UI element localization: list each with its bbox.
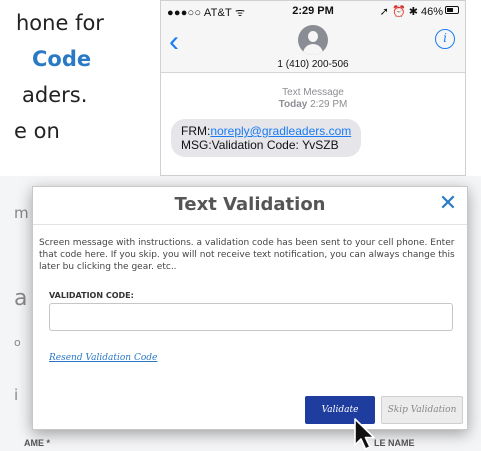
battery-icon <box>445 6 459 14</box>
message-time: 2:29 PM <box>310 99 348 110</box>
contact-number: 1 (410) 200-506 <box>277 59 349 70</box>
contact-avatar-icon <box>298 25 328 55</box>
info-icon: i <box>435 29 455 49</box>
arrow-cursor-icon <box>354 418 375 450</box>
phone-nav-bar: ‹ 1 (410) 200-506 i <box>161 21 465 73</box>
instruction-line-2: Code <box>32 47 92 71</box>
modal-description: Screen message with instructions. a vali… <box>39 238 455 272</box>
modal-header: Text Validation ✕ <box>33 187 467 225</box>
validation-code-label: VALIDATION CODE: <box>49 291 134 300</box>
instruction-line-4: e on <box>14 119 60 143</box>
bg-edge-letter: m <box>14 204 29 222</box>
instruction-line-1: hone for <box>16 11 104 35</box>
message-date: Today <box>278 99 308 110</box>
message-header: Text Message Today 2:29 PM <box>161 87 465 111</box>
phone-status-bar: ●●●○○ AT&T ᯤ 2:29 PM ➚ ⏰ ✱ 46% <box>161 1 465 21</box>
bg-edge-letter: o <box>14 336 21 349</box>
bg-name-label: AME * <box>24 438 51 448</box>
message-from-email: noreply@gradleaders.com <box>210 124 352 138</box>
bg-edge-letter: a <box>14 286 28 311</box>
bg-edge-letter: i <box>14 386 19 404</box>
close-icon[interactable]: ✕ <box>437 192 459 216</box>
message-body: MSG:Validation Code: YvSZB <box>181 138 339 152</box>
text-validation-modal: Text Validation ✕ Screen message with in… <box>32 186 468 430</box>
message-from-prefix: FRM: <box>181 124 211 138</box>
message-bubble: FRM:noreply@gradleaders.com MSG:Validati… <box>171 119 362 157</box>
status-indicators: ➚ ⏰ ✱ 46% <box>379 6 443 18</box>
resend-validation-code-link[interactable]: Resend Validation Code <box>49 353 157 363</box>
phone-screenshot: ●●●○○ AT&T ᯤ 2:29 PM ➚ ⏰ ✱ 46% ‹ 1 (410)… <box>160 0 466 176</box>
bg-middle-name-label: LE NAME <box>374 438 415 448</box>
message-type: Text Message <box>282 87 344 98</box>
skip-validation-button[interactable]: Skip Validation <box>381 396 463 424</box>
modal-title: Text Validation <box>174 194 326 215</box>
instruction-line-3: aders. <box>22 83 88 107</box>
chevron-left-icon: ‹ <box>169 25 179 58</box>
validation-code-input[interactable] <box>49 303 453 331</box>
page: hone for Code aders. e on ●●●○○ AT&T ᯤ 2… <box>0 0 481 451</box>
